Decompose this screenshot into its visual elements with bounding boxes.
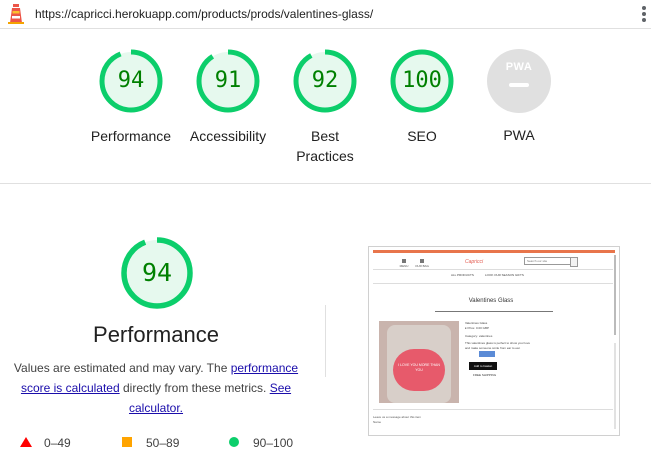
url-bar: https://capricci.herokuapp.com/products/…	[0, 0, 651, 29]
legend-label: 0–49	[44, 436, 71, 450]
square-icon	[122, 437, 132, 447]
legend-label: 50–89	[146, 436, 180, 450]
triangle-icon	[20, 437, 32, 447]
gauge-pwa[interactable]: PWA PWA	[464, 48, 574, 145]
gauge-label: Accessibility	[189, 128, 267, 144]
thumb-search: Search our site	[524, 257, 578, 267]
desc-text: directly from these metrics.	[119, 381, 270, 395]
gauge-label: Performance	[90, 128, 172, 144]
gauge-ring: 91	[195, 48, 261, 114]
thumb-divider	[373, 283, 613, 284]
thumb-menu-season: LOOK OUR SEASON GIFTS	[485, 273, 524, 277]
lighthouse-icon	[8, 4, 24, 24]
more-options-icon[interactable]	[641, 5, 647, 23]
performance-gauge-large: 94	[120, 236, 194, 310]
gauge-ring: 94	[98, 48, 164, 114]
gauge-seo[interactable]: 100 SEO	[367, 48, 477, 146]
gauge-performance[interactable]: 94 Performance	[76, 48, 186, 146]
score-value: 92	[311, 68, 339, 93]
thumb-menu-icon: MENU	[397, 259, 411, 268]
thumb-buy-button: Add to basket	[469, 362, 497, 370]
thumb-free-shipping: FREE SHIPPING	[473, 373, 497, 377]
score-value: 94	[117, 68, 145, 93]
gauge-ring: 100	[389, 48, 455, 114]
thumb-scrollbar-track	[614, 343, 616, 429]
thumb-product-title: Valentines Glass	[468, 298, 514, 304]
thumb-product-info: Valentines Glass £ Price: 0.00 GBP Categ…	[465, 321, 531, 350]
pwa-icon: PWA	[487, 49, 551, 113]
url-text: https://capricci.herokuapp.com/products/…	[35, 7, 374, 21]
divider	[325, 305, 326, 377]
thumb-divider	[373, 269, 613, 270]
thumb-top-bar	[373, 250, 615, 253]
performance-title: Performance	[93, 322, 219, 347]
legend-label: 90–100	[253, 436, 294, 450]
gauge-label: Best Practices	[296, 128, 354, 164]
thumb-menu-all: ALL PRODUCTS	[451, 273, 474, 277]
performance-description: Values are estimated and may vary. The p…	[10, 358, 302, 418]
gauge-accessibility[interactable]: 91 Accessibility	[173, 48, 283, 146]
gauge-ring: 92	[292, 48, 358, 114]
pwa-badge-text: PWA	[505, 61, 533, 73]
thumb-divider	[373, 409, 613, 410]
score-value: 91	[214, 68, 242, 93]
gauge-label: PWA	[503, 127, 535, 143]
thumb-scrollbar	[614, 255, 616, 335]
score-summary: 94 Performance 91 Accessibility 92 Best …	[0, 30, 651, 184]
desc-text: Values are estimated and may vary. The	[13, 361, 231, 375]
gauge-best-practices[interactable]: 92 Best Practices	[270, 48, 380, 166]
circle-icon	[229, 437, 239, 447]
thumb-product-photo: I LOVE YOU MORE THAN YOU	[379, 321, 459, 403]
thumb-bag-icon: OUR BAG	[415, 259, 429, 268]
final-screenshot[interactable]: MENU OUR BAG Capricci Search our site AL…	[368, 246, 620, 436]
pwa-dash	[509, 83, 529, 87]
score-value: 100	[402, 68, 442, 93]
thumb-logo: Capricci	[465, 259, 484, 265]
thumb-underline	[435, 311, 553, 312]
gauge-label: SEO	[407, 128, 437, 144]
performance-score: 94	[141, 258, 173, 287]
thumb-qty	[479, 351, 495, 357]
thumb-footer: Leave us a message about this item Name	[373, 415, 422, 424]
